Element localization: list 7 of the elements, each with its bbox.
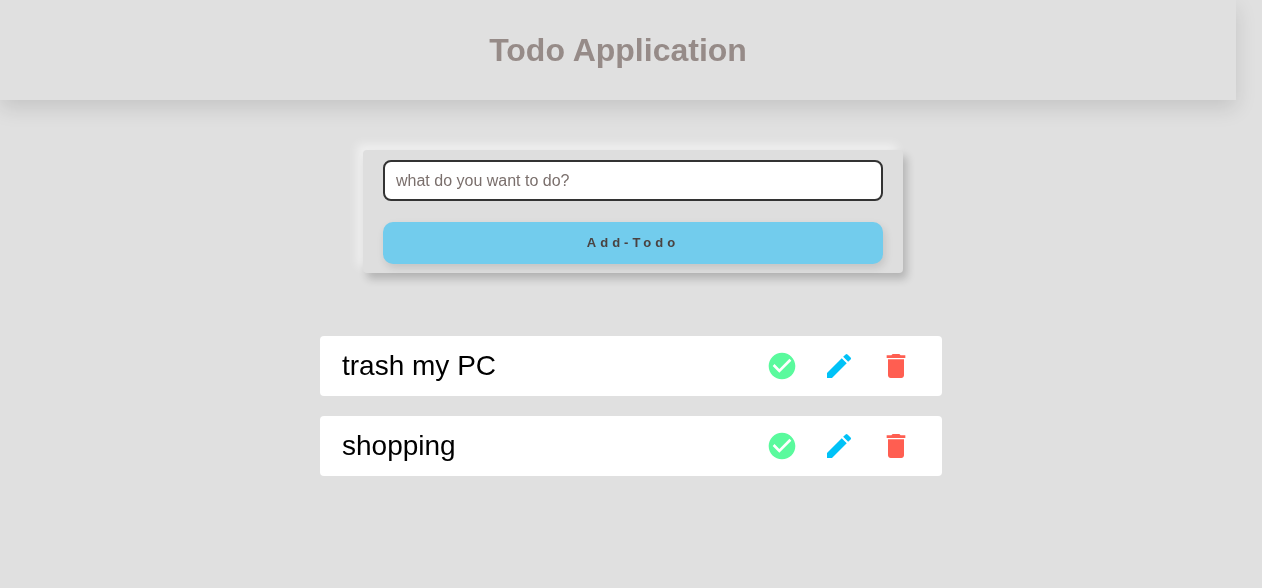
app-title: Todo Application (489, 31, 747, 70)
add-todo-button[interactable]: Add-Todo (383, 222, 883, 264)
todo-input-field[interactable]: what do you want to do? (383, 160, 883, 201)
todo-text: shopping (342, 429, 457, 463)
todo-text: trash my PC (342, 349, 498, 383)
complete-button[interactable] (766, 430, 798, 462)
complete-button[interactable] (766, 350, 798, 382)
